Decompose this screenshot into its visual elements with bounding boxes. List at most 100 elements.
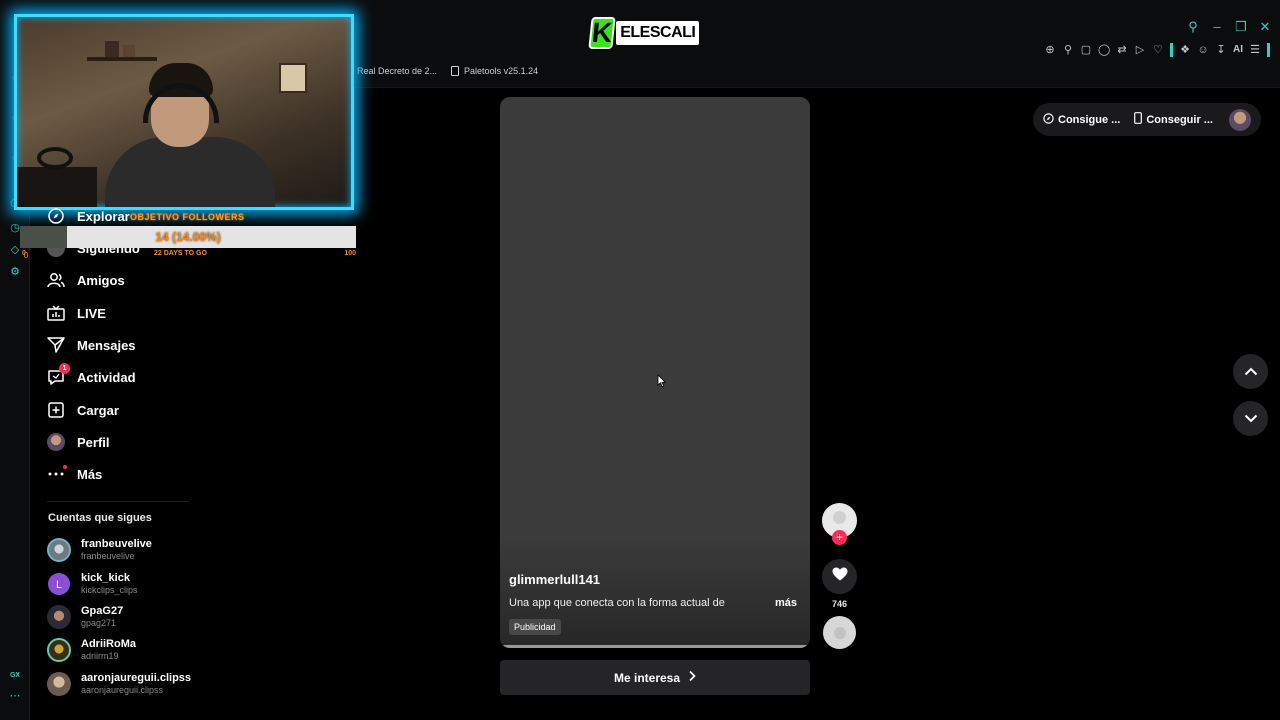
account-handle: gpag271 (81, 618, 117, 628)
sidebar-divider (47, 501, 189, 502)
sidebar-item-label: LIVE (77, 305, 106, 321)
sidebar-item-label: Amigos (77, 272, 125, 288)
app-label: Conseguir ... (1146, 113, 1213, 126)
avatar (47, 605, 71, 629)
follow-plus-button[interactable]: + (832, 530, 847, 545)
sound-disc[interactable] (823, 616, 856, 649)
sidebar-item-label: Perfil (77, 434, 110, 450)
webcam-frame (123, 45, 135, 57)
account-name: franbeuvelive (81, 538, 152, 550)
shield-icon[interactable]: ◯ (1098, 43, 1110, 57)
notification-dot (63, 465, 67, 469)
profile-avatar-icon (47, 433, 65, 451)
sidebar-more-icon[interactable]: ⋯ (9, 690, 21, 702)
get-app-button[interactable]: Conseguir ... (1134, 112, 1213, 127)
play-icon[interactable]: ▷ (1134, 43, 1146, 57)
download-icon[interactable]: ↧ (1215, 43, 1227, 57)
following-account[interactable]: aaronjaureguii.clipss aaronjaureguii.cli… (47, 672, 247, 698)
following-account[interactable]: franbeuvelive franbeuvelive (47, 538, 247, 564)
search-icon[interactable]: ⚲ (1186, 20, 1200, 34)
restore-icon[interactable]: ❐ (1234, 20, 1248, 34)
mouse-cursor-icon (657, 374, 667, 388)
header-actions: Consigue ... Conseguir ... (1033, 103, 1261, 136)
close-icon[interactable]: ✕ (1258, 20, 1272, 34)
friends-icon (47, 271, 65, 289)
goal-progress-track: 14 (14.00%) (20, 226, 356, 248)
sidebar-item-label: Actividad (77, 369, 136, 385)
minimize-icon[interactable]: – (1210, 20, 1224, 34)
bookmark-item[interactable]: Real Decreto de 2... (357, 66, 437, 76)
video-player[interactable]: glimmerlull141 Una app que conecta con l… (500, 97, 810, 648)
video-author[interactable]: glimmerlull141 (509, 572, 600, 587)
user-avatar[interactable] (1229, 109, 1251, 131)
logo-k-mark: K (588, 17, 616, 49)
following-account[interactable]: AdriiRoMa adriirm19 (47, 638, 247, 664)
translate-icon[interactable]: ⇄ (1116, 43, 1128, 57)
webcam-overlay (14, 14, 354, 210)
send-icon (47, 336, 65, 354)
account-name: kick_kick (81, 572, 130, 584)
sidebar-item-actividad[interactable]: 1 Actividad (47, 363, 197, 390)
like-count: 746 (831, 599, 848, 609)
zoom-icon[interactable]: ⊕ (1044, 43, 1056, 57)
me-interesa-button[interactable]: Me interesa (500, 660, 810, 695)
avatar (47, 538, 71, 562)
pin-icon[interactable]: ⚲ (1062, 43, 1074, 57)
following-account[interactable]: GpaG27 gpag271 (47, 605, 247, 631)
webcam-shelf (87, 57, 157, 61)
bookmark-item[interactable]: Paletools v25.1.24 (451, 66, 538, 76)
next-video-button[interactable] (1233, 401, 1268, 436)
sidebar-item-cargar[interactable]: Cargar (47, 397, 197, 423)
heart-icon[interactable]: ♡ (1152, 43, 1164, 57)
following-heading: Cuentas que sigues (48, 512, 152, 524)
cta-label: Me interesa (613, 670, 681, 685)
sidebar-item-mas[interactable]: Más (47, 461, 197, 487)
sidebar-item-label: Más (77, 466, 103, 482)
goal-min: 0 (22, 250, 26, 257)
webcam-steering-wheel (37, 147, 73, 169)
goal-count: 14 (14.00%) (155, 230, 221, 244)
live-tv-icon (47, 304, 65, 322)
bookmark-label-1: Paletools v25.1.24 (464, 66, 539, 76)
phone-icon (1134, 112, 1143, 127)
account-handle: aaronjaureguii.clipss (81, 685, 164, 695)
sidebar-item-amigos[interactable]: Amigos (47, 267, 197, 293)
sidebar-item-label: Mensajes (77, 337, 136, 353)
channel-logo: K ELESCALI (588, 17, 700, 49)
account-name: AdriiRoMa (81, 638, 136, 650)
webcam-streamer-body (105, 137, 275, 207)
account-name: aaronjaureguii.clipss (81, 672, 192, 684)
ai-button[interactable]: AI (1233, 43, 1243, 57)
toolbar-separator-right (1267, 43, 1270, 57)
coins-label: Consigue ... (1058, 113, 1121, 126)
following-account[interactable]: L kick_kick kickclips_clips (47, 572, 247, 598)
heart-icon (832, 567, 848, 586)
like-button[interactable] (822, 559, 857, 594)
goal-max: 100 (344, 250, 356, 257)
sidebar-item-perfil[interactable]: Perfil (47, 429, 197, 455)
get-coins-button[interactable]: Consigue ... (1043, 112, 1121, 127)
webcam-frame (105, 41, 119, 57)
account-handle: kickclips_clips (81, 585, 138, 595)
goal-title: OBJETIVO FOLLOWERS (130, 212, 245, 222)
sponsored-tag: Publicidad (509, 619, 561, 635)
webcam-poster (279, 63, 307, 93)
extensions-icon[interactable]: ❖ (1179, 43, 1191, 57)
avatar-placeholder-icon (833, 511, 846, 524)
chevron-up-icon (1244, 363, 1258, 381)
sidebar-item-live[interactable]: LIVE (47, 300, 197, 326)
sidebar-item-mensajes[interactable]: Mensajes (47, 332, 197, 358)
activity-icon: 1 (47, 363, 70, 386)
avatar: L (48, 573, 70, 595)
document-icon (451, 66, 460, 76)
menu-icon[interactable]: ☰ (1249, 43, 1261, 57)
video-progress-bar[interactable] (500, 645, 810, 648)
avatar (47, 672, 71, 696)
account-icon[interactable]: ☺ (1197, 43, 1209, 57)
description-more-link[interactable]: más (775, 597, 797, 609)
previous-video-button[interactable] (1233, 354, 1268, 389)
gx-label: GX (9, 672, 21, 679)
snapshot-icon[interactable]: ▢ (1080, 43, 1092, 57)
more-dots-icon (47, 465, 67, 483)
sidebar-settings-icon[interactable]: ⚙ (9, 266, 21, 278)
